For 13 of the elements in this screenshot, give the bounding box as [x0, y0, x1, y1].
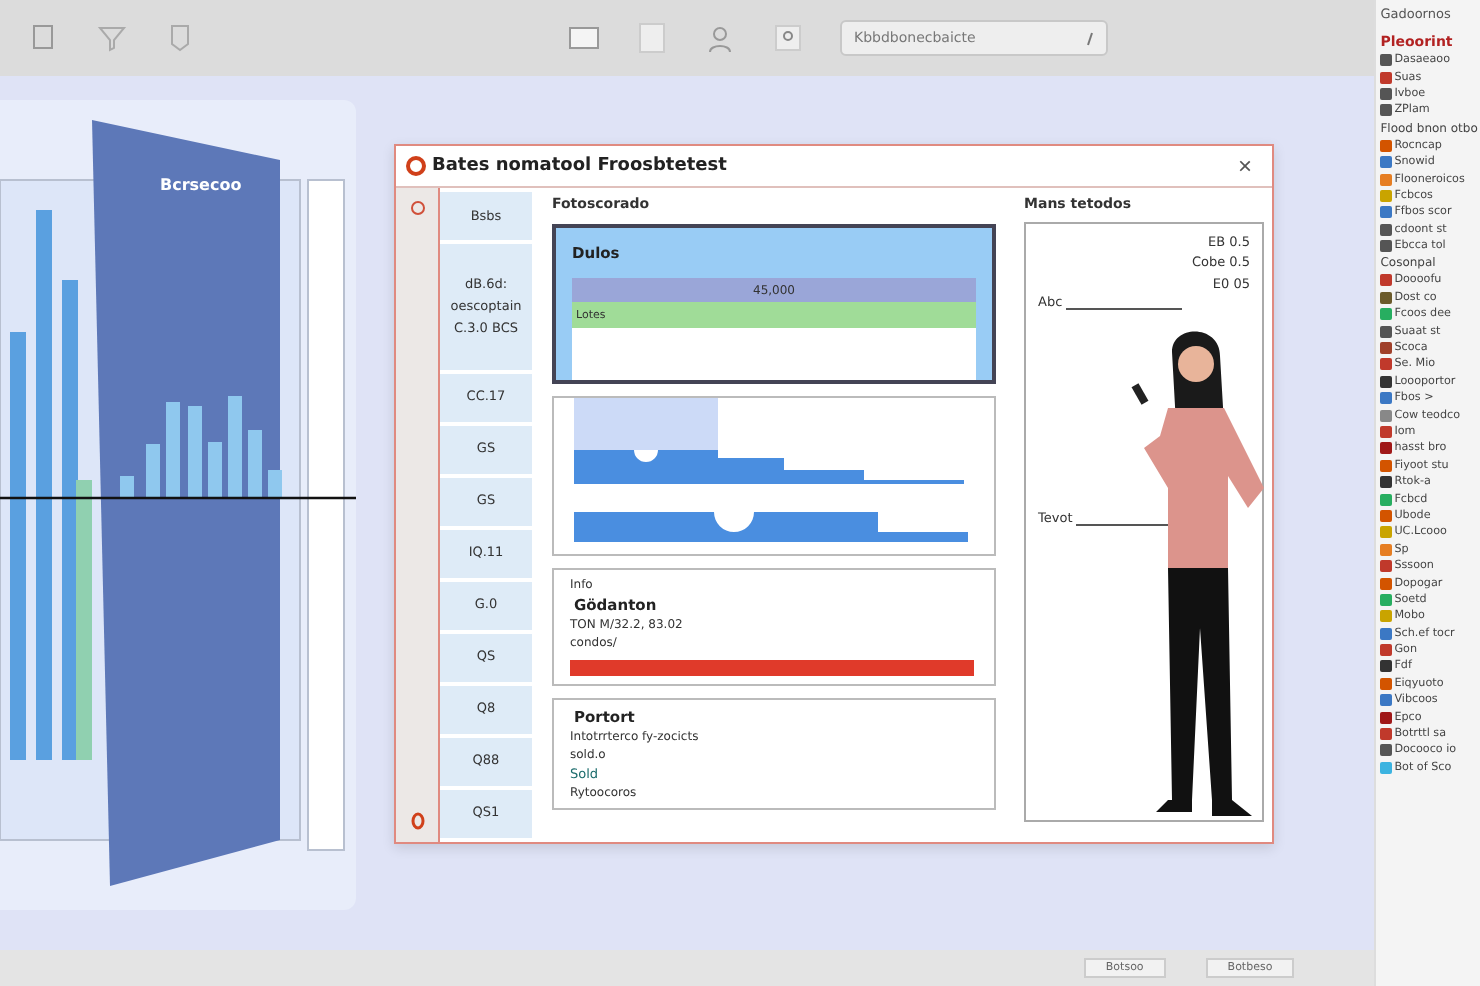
- edit-icon: [1086, 31, 1094, 45]
- pin-icon[interactable]: [772, 22, 804, 54]
- filter-icon[interactable]: [96, 22, 128, 54]
- slab-title: Bcrsecoo: [160, 176, 242, 194]
- fill-in-line[interactable]: [1066, 308, 1183, 311]
- user-icon[interactable]: [704, 22, 736, 54]
- dialog-title: Bates nomatool Froosbtetest: [432, 156, 729, 176]
- app-logo-icon: [406, 156, 426, 176]
- image-icon[interactable]: [568, 22, 600, 54]
- close-button[interactable]: ×: [1233, 152, 1256, 180]
- radio-icon[interactable]: [409, 200, 425, 216]
- ring-icon[interactable]: [409, 812, 425, 830]
- square-icon[interactable]: [636, 22, 668, 54]
